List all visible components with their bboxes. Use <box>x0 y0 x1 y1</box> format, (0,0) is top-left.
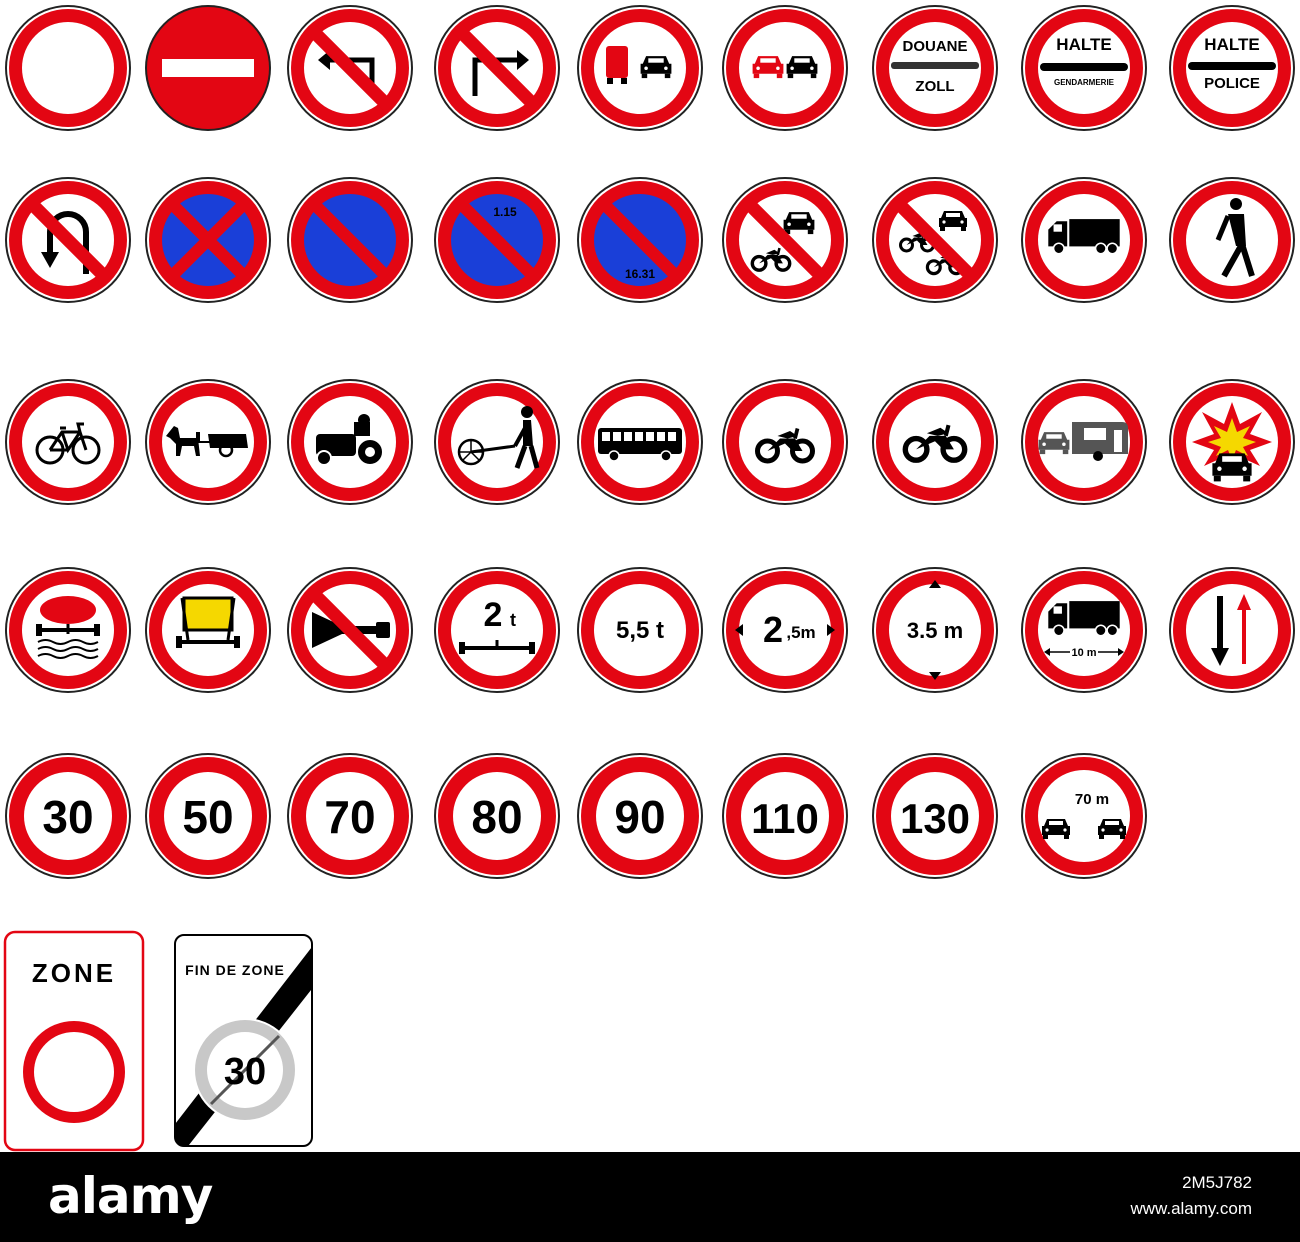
no-entry-sign <box>145 5 271 131</box>
halte-text: HALTE <box>1056 35 1111 54</box>
site-url: www.alamy.com <box>1130 1199 1252 1218</box>
axle-weight-limit-sign: 2t <box>434 567 560 693</box>
speed-limit-value: 30 <box>42 791 93 843</box>
parking-time-second-half: 16.31 <box>625 267 655 281</box>
priority-to-oncoming-traffic-sign <box>1169 567 1295 693</box>
speed-limit-50-sign: 50 <box>145 753 271 879</box>
zone-no-entry-sign <box>21 1019 127 1125</box>
no-dangerous-goods-sign <box>145 567 271 693</box>
no-entry-for-all-vehicles-sign <box>5 5 131 131</box>
zone-panel-sign: ZONE <box>3 930 145 1152</box>
end-zone-speed-value: 30 <box>224 1051 266 1093</box>
no-parking-sign <box>287 177 413 303</box>
no-horse-drawn-vehicles-sign <box>145 379 271 505</box>
zoll-text: ZOLL <box>915 78 954 95</box>
footer-meta: 2M5J782 www.alamy.com <box>1130 1170 1252 1222</box>
width-limit-unit: ,5m <box>786 623 815 642</box>
no-handcarts-sign <box>434 379 560 505</box>
speed-limit-value: 90 <box>614 791 665 843</box>
no-parking-first-half-sign: 1.15 <box>434 177 560 303</box>
end-zone-speed-30-sign: 30 <box>193 1018 297 1122</box>
no-overtaking-sign <box>722 5 848 131</box>
police-stop-sign: HALTE POLICE <box>1169 5 1295 131</box>
width-limit-value: 2 <box>763 609 783 650</box>
speed-limit-110-sign: 110 <box>722 753 848 879</box>
no-mopeds-sign <box>722 379 848 505</box>
prohibitory-signs-sheet: DOUANE ZOLL HALTE GENDARMERIE HALTE POLICE 1.1… <box>3 5 1295 1152</box>
height-limit-value: 3.5 m <box>907 618 963 643</box>
no-trailers-sign <box>1021 379 1147 505</box>
no-trucks-sign <box>1021 177 1147 303</box>
speed-limit-value: 130 <box>900 795 970 842</box>
no-horn-sign <box>287 567 413 693</box>
end-of-zone-label: FIN DE ZONE <box>185 962 285 978</box>
no-buses-sign <box>577 379 703 505</box>
no-bicycles-sign <box>5 379 131 505</box>
no-motor-vehicles-mopeds-sign <box>872 177 998 303</box>
no-parking-second-half-sign: 16.31 <box>577 177 703 303</box>
halte-text: HALTE <box>1204 35 1259 54</box>
dangerous-goods-icon <box>176 596 240 648</box>
police-text: POLICE <box>1204 75 1260 92</box>
no-left-turn-sign <box>287 5 413 131</box>
speed-limit-70-sign: 70 <box>287 753 413 879</box>
height-limit-sign: 3.5 m <box>872 567 998 693</box>
alamy-logo: alamy <box>48 1167 213 1225</box>
weight-limit-value: 5,5 t <box>616 617 664 644</box>
length-limit-sign: 10 m <box>1021 567 1147 693</box>
speed-limit-130-sign: 130 <box>872 753 998 879</box>
douane-text: DOUANE <box>902 38 967 55</box>
gendarmerie-text: GENDARMERIE <box>1054 78 1115 87</box>
no-water-pollutant-vehicles-sign <box>5 567 131 693</box>
weight-limit-sign: 5,5 t <box>577 567 703 693</box>
watermark-footer: alamy 2M5J782 www.alamy.com <box>0 1152 1300 1242</box>
no-motor-vehicles-sign <box>722 177 848 303</box>
minimum-distance-value: 70 m <box>1075 791 1109 808</box>
no-pedestrians-sign <box>1169 177 1295 303</box>
axle-weight-unit: t <box>510 610 516 630</box>
image-id: 2M5J782 <box>1182 1173 1252 1192</box>
no-stopping-sign <box>145 177 271 303</box>
speed-limit-30-sign: 30 <box>5 753 131 879</box>
speed-limit-90-sign: 90 <box>577 753 703 879</box>
no-right-turn-sign <box>434 5 560 131</box>
axle-weight-value: 2 <box>484 596 503 634</box>
end-of-zone-panel-sign: FIN DE ZONE 30 <box>174 934 313 1147</box>
length-limit-value: 10 m <box>1071 647 1096 659</box>
no-motorcycles-sign <box>872 379 998 505</box>
no-overtaking-trucks-sign <box>577 5 703 131</box>
speed-limit-value: 80 <box>471 791 522 843</box>
no-tractors-sign <box>287 379 413 505</box>
zone-label: ZONE <box>32 958 116 988</box>
gendarmerie-stop-sign: HALTE GENDARMERIE <box>1021 5 1147 131</box>
speed-limit-80-sign: 80 <box>434 753 560 879</box>
parking-time-first-half: 1.15 <box>493 205 517 219</box>
speed-limit-value: 110 <box>751 795 819 842</box>
width-limit-sign: 2,5m <box>722 567 848 693</box>
speed-limit-value: 70 <box>324 791 375 843</box>
no-explosives-sign <box>1169 379 1295 505</box>
no-u-turn-sign <box>5 177 131 303</box>
customs-stop-sign: DOUANE ZOLL <box>872 5 998 131</box>
minimum-distance-sign: 70 m <box>1021 753 1147 879</box>
speed-limit-value: 50 <box>182 791 233 843</box>
